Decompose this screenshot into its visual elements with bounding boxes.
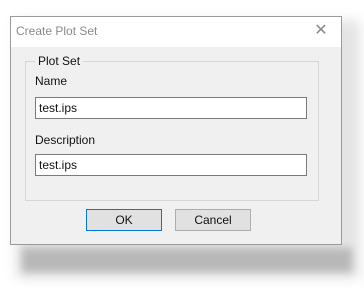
title-bar[interactable]: Create Plot Set ✕ — [11, 17, 341, 47]
plot-set-group: Plot Set Name Description — [25, 54, 319, 201]
name-field[interactable] — [35, 97, 307, 119]
group-legend: Plot Set — [35, 54, 84, 68]
description-label: Description — [35, 133, 96, 147]
create-plot-set-dialog: Create Plot Set ✕ Plot Set Name Descript… — [10, 16, 342, 245]
name-label: Name — [35, 74, 68, 88]
ok-button[interactable]: OK — [86, 209, 162, 231]
close-icon[interactable]: ✕ — [311, 21, 331, 41]
screen: Create Plot Set ✕ Plot Set Name Descript… — [0, 0, 364, 288]
dialog-title: Create Plot Set — [16, 24, 98, 38]
description-field[interactable] — [35, 154, 307, 176]
window-shadow-bottom — [22, 248, 352, 272]
cancel-button[interactable]: Cancel — [175, 209, 251, 231]
